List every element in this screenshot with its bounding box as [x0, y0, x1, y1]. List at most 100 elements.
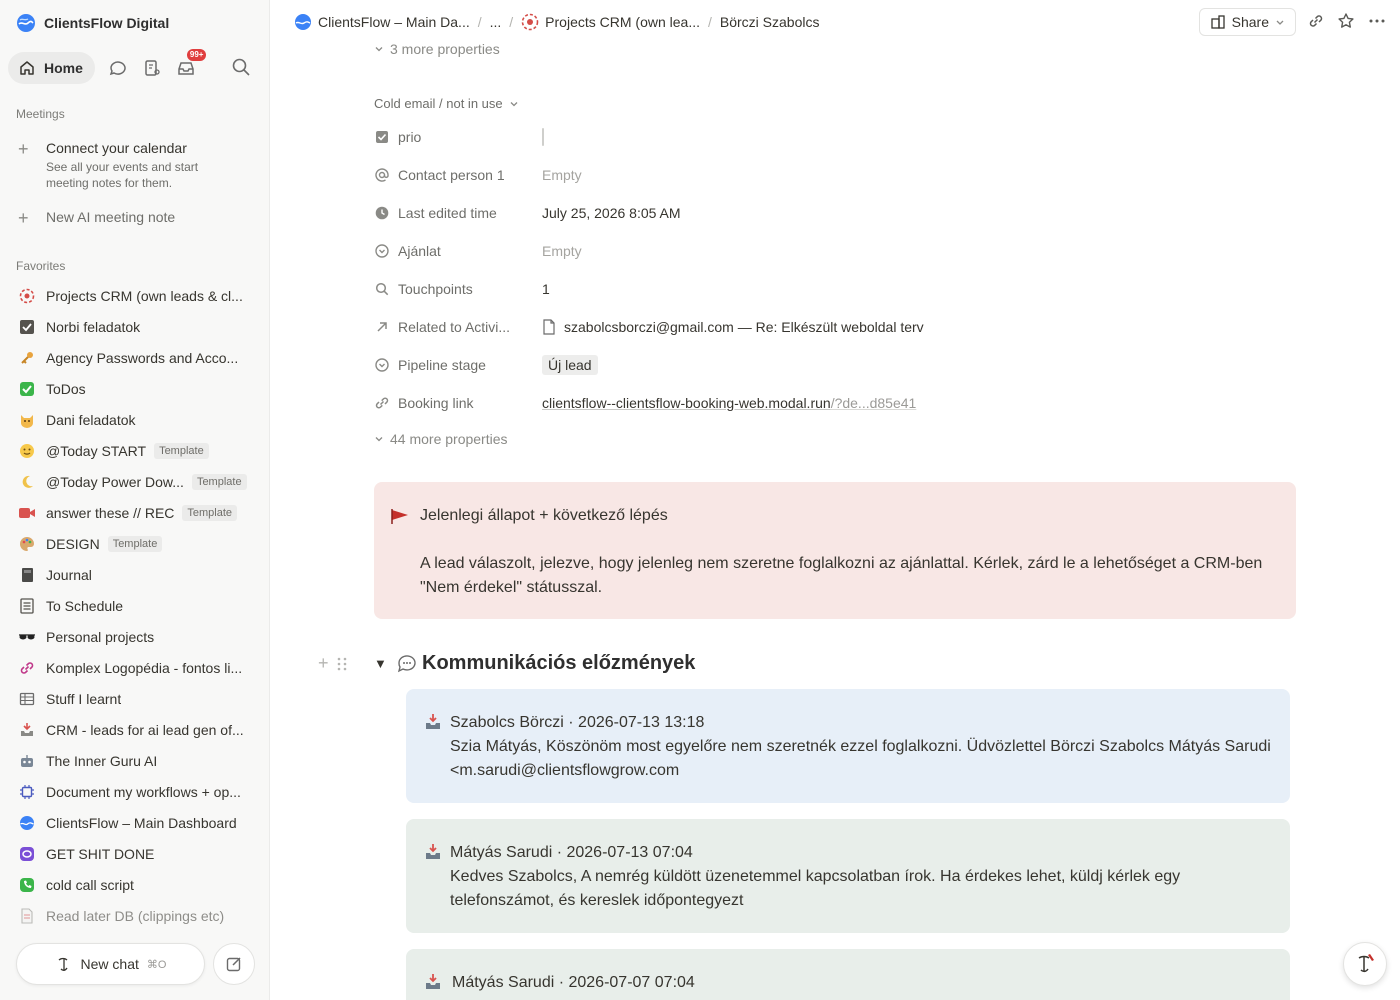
- sidebar-favorite-item[interactable]: Komplex Logopédia - fontos li...: [0, 652, 269, 683]
- sidebar-favorite-item[interactable]: Read later DB (clippings etc): [0, 900, 269, 931]
- sidebar-favorite-item[interactable]: Stuff I learnt: [0, 683, 269, 714]
- property-name[interactable]: Touchpoints: [398, 281, 542, 297]
- property-value[interactable]: clientsflow--clientsflow-booking-web.mod…: [542, 395, 916, 411]
- chat-nav-button[interactable]: [107, 57, 129, 79]
- new-ai-meeting-note-label: New AI meeting note: [46, 209, 176, 225]
- more-options-button[interactable]: [1368, 12, 1386, 33]
- sidebar-favorite-item[interactable]: Document my workflows + op...: [0, 776, 269, 807]
- history-heading: Kommunikációs előzmények: [396, 652, 695, 675]
- more-properties-bottom[interactable]: 44 more properties: [374, 431, 508, 447]
- sidebar-favorite-item[interactable]: @Today START Template: [0, 435, 269, 466]
- toggle-triangle-icon[interactable]: ▼: [374, 656, 396, 671]
- prio-checkbox[interactable]: [542, 128, 544, 146]
- clock-icon: [374, 206, 390, 220]
- link-icon: [18, 659, 36, 677]
- breadcrumb-item-dashboard[interactable]: ClientsFlow – Main Da...: [290, 13, 474, 31]
- home-label: Home: [44, 60, 83, 76]
- new-chat-button[interactable]: New chat ⌘O: [16, 943, 205, 985]
- home-button[interactable]: Home: [8, 52, 95, 84]
- message-callout[interactable]: Szabolcs Börczi · 2026-07-13 13:18 Szia M…: [406, 689, 1290, 803]
- breadcrumb-separator: /: [477, 14, 482, 30]
- related-activity-link[interactable]: szabolcsborczi@gmail.com — Re: Elkészült…: [564, 319, 924, 335]
- property-name[interactable]: prio: [398, 129, 542, 145]
- workspace-switcher[interactable]: ClientsFlow Digital: [16, 12, 169, 34]
- sidebar-favorite-item[interactable]: Norbi feladatok: [0, 311, 269, 342]
- search-icon: [374, 282, 390, 296]
- property-row: Ajánlat Empty: [374, 232, 1274, 270]
- property-name[interactable]: Booking link: [398, 395, 542, 411]
- message-body: Kedves Szabolcs, A nemrég küldött üzenet…: [450, 868, 1181, 909]
- favorite-button[interactable]: [1337, 12, 1355, 33]
- message-callout[interactable]: Mátyás Sarudi · 2026-07-07 07:04: [406, 949, 1290, 1000]
- sidebar-favorite-item[interactable]: ClientsFlow – Main Dashboard: [0, 807, 269, 838]
- page-icon: [543, 319, 555, 335]
- smile-icon: [18, 442, 36, 460]
- star-icon: [1338, 13, 1354, 28]
- property-value[interactable]: 1: [542, 281, 550, 297]
- drag-handle-icon[interactable]: [337, 656, 347, 672]
- template-badge: Template: [182, 504, 238, 521]
- globe-icon: [18, 814, 36, 832]
- sidebar-favorite-item[interactable]: The Inner Guru AI: [0, 745, 269, 776]
- share-button[interactable]: Share: [1198, 8, 1296, 36]
- sidebar-favorite-label: Dani feladatok: [46, 411, 136, 428]
- new-ai-meeting-note[interactable]: + New AI meeting note: [18, 209, 175, 227]
- sidebar-favorite-item[interactable]: Projects CRM (own leads & cl...: [0, 280, 269, 311]
- property-row: Contact person 1 Empty: [374, 156, 1274, 194]
- property-group-header[interactable]: Cold email / not in use: [374, 96, 519, 111]
- ai-assistant-button[interactable]: [1343, 942, 1387, 986]
- meetings-nav-button[interactable]: [141, 57, 163, 79]
- property-value[interactable]: July 25, 2026 8:05 AM: [542, 205, 681, 221]
- property-row: prio: [374, 118, 1274, 156]
- pipeline-stage-tag[interactable]: Új lead: [542, 355, 598, 375]
- property-name[interactable]: Pipeline stage: [398, 357, 542, 373]
- sidebar-favorite-label: Stuff I learnt: [46, 690, 122, 707]
- connect-calendar-item[interactable]: + Connect your calendar See all your eve…: [18, 140, 226, 191]
- sidebar-favorite-item[interactable]: To Schedule: [0, 590, 269, 621]
- property-row: Pipeline stage Új lead: [374, 346, 1274, 384]
- sidebar-favorite-item[interactable]: GET SHIT DONE: [0, 838, 269, 869]
- chevron-down-icon: [510, 101, 518, 106]
- new-page-button[interactable]: [213, 943, 255, 985]
- booking-link[interactable]: clientsflow--clientsflow-booking-web.mod…: [542, 395, 831, 411]
- meetings-section-header: Meetings: [16, 107, 65, 121]
- sidebar-favorite-item[interactable]: Personal projects: [0, 621, 269, 652]
- link-icon: [374, 396, 390, 410]
- sidebar-favorite-item[interactable]: answer these // REC Template: [0, 497, 269, 528]
- chevron-down-icon: [375, 437, 383, 442]
- sidebar-favorite-item[interactable]: DESIGN Template: [0, 528, 269, 559]
- status-callout[interactable]: Jelenlegi állapot + következő lépés A le…: [374, 482, 1296, 619]
- more-horizontal-icon: [1369, 19, 1385, 23]
- add-block-icon[interactable]: +: [318, 653, 329, 674]
- sidebar-favorite-item[interactable]: cold call script: [0, 869, 269, 900]
- breadcrumb-item-current-page[interactable]: Börczi Szabolcs: [716, 14, 824, 30]
- property-value[interactable]: [542, 128, 544, 146]
- copy-link-button[interactable]: [1307, 12, 1325, 33]
- property-value[interactable]: szabolcsborczi@gmail.com — Re: Elkészült…: [542, 319, 924, 335]
- sidebar-favorite-item[interactable]: @Today Power Dow... Template: [0, 466, 269, 497]
- message-callout[interactable]: Mátyás Sarudi · 2026-07-13 07:04 Kedves S…: [406, 819, 1290, 933]
- property-name[interactable]: Last edited time: [398, 205, 542, 221]
- property-value[interactable]: Új lead: [542, 355, 598, 375]
- more-properties-top[interactable]: 3 more properties: [374, 41, 500, 57]
- sidebar-favorite-item[interactable]: CRM - leads for ai lead gen of...: [0, 714, 269, 745]
- sidebar-favorite-item[interactable]: Agency Passwords and Acco...: [0, 342, 269, 373]
- sidebar-favorite-item[interactable]: ToDos: [0, 373, 269, 404]
- sidebar-favorite-item[interactable]: Dani feladatok: [0, 404, 269, 435]
- property-value[interactable]: Empty: [542, 243, 582, 259]
- sidebar-favorite-item[interactable]: Journal: [0, 559, 269, 590]
- property-name[interactable]: Ajánlat: [398, 243, 542, 259]
- breadcrumb-item-projects-crm[interactable]: Projects CRM (own lea...: [517, 13, 704, 31]
- property-name[interactable]: Related to Activi...: [398, 319, 542, 335]
- property-name[interactable]: Contact person 1: [398, 167, 542, 183]
- property-value[interactable]: Empty: [542, 167, 582, 183]
- sidebar-favorite-label: ClientsFlow – Main Dashboard: [46, 814, 237, 831]
- chevron-down-icon: [1276, 20, 1284, 25]
- chevron-circle-icon: [374, 358, 390, 372]
- table-icon: [18, 690, 36, 708]
- sidebar-favorite-label: Read later DB (clippings etc): [46, 907, 225, 924]
- inbox-nav-button[interactable]: 99+: [175, 49, 207, 79]
- search-button[interactable]: [231, 57, 251, 82]
- breadcrumb-item-ellipsis[interactable]: ...: [486, 14, 506, 30]
- booking-link-rest[interactable]: /?de...d85e41: [831, 395, 917, 411]
